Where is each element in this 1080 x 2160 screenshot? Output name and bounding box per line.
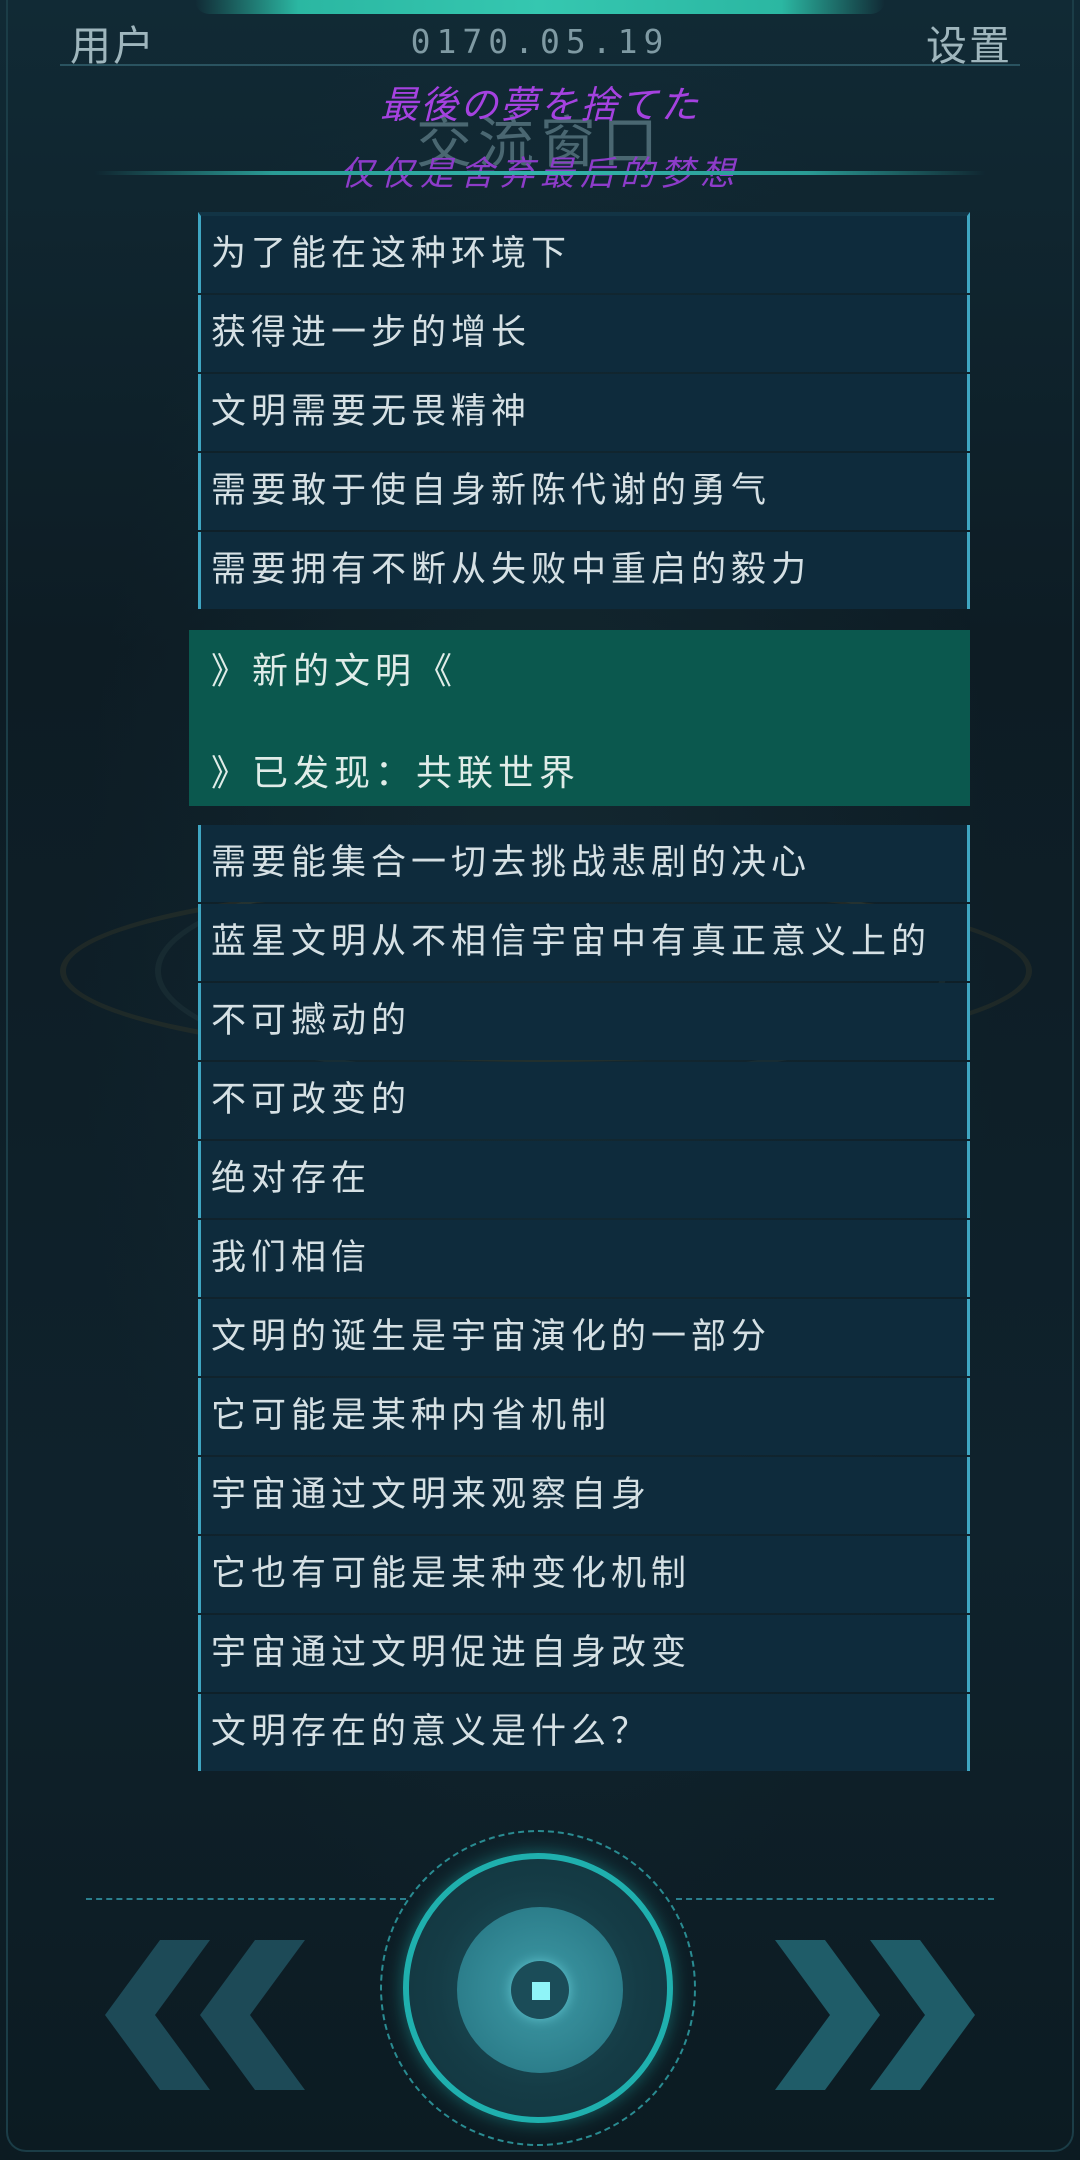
message-item: 蓝星文明从不相信宇宙中有真正意义上的 (198, 904, 970, 981)
lyric-overlay-jp: 最後の夢を捨てた (379, 83, 700, 127)
message-item: 为了能在这种环境下 (198, 212, 970, 293)
message-item: 需要能集合一切去挑战悲剧的决心 (198, 825, 970, 902)
settings-button[interactable]: 设置 (926, 12, 1012, 72)
message-item: 不可改变的 (198, 1062, 970, 1139)
message-item: 不可撼动的 (198, 983, 970, 1060)
message-item: 宇宙通过文明促进自身改变 (198, 1615, 970, 1692)
message-item: 宇宙通过文明来观察自身 (198, 1457, 970, 1534)
title-divider (95, 171, 985, 175)
message-item: 文明存在的意义是什么？ (198, 1694, 970, 1771)
event-detail: 》已发现：共联世界 (211, 753, 581, 794)
message-list-bottom[interactable]: 需要能集合一切去挑战悲剧的决心 蓝星文明从不相信宇宙中有真正意义上的 不可撼动的… (198, 825, 970, 1773)
message-item: 它也有可能是某种变化机制 (198, 1536, 970, 1613)
header-divider (60, 64, 1020, 66)
game-date: 0170.05.19 (410, 22, 670, 61)
double-chevron-right-icon[interactable] (760, 1935, 980, 2095)
control-dash-line-right (676, 1898, 994, 1900)
message-item: 需要敢于使自身新陈代谢的勇气 (198, 453, 970, 530)
message-item: 我们相信 (198, 1220, 970, 1297)
message-item: 需要拥有不断从失败中重启的毅力 (198, 532, 970, 609)
top-glow-bar (195, 0, 885, 14)
event-title: 》新的文明《 (211, 651, 458, 692)
message-list-top[interactable]: 为了能在这种环境下 获得进一步的增长 文明需要无畏精神 需要敢于使自身新陈代谢的… (198, 212, 970, 611)
game-screen: 用户 0170.05.19 设置 交流窗口 最後の夢を捨てた 仅仅是舍弃最后的梦… (0, 0, 1080, 2160)
core-square-icon (532, 1982, 550, 2000)
control-dash-line-left (86, 1898, 406, 1900)
double-chevron-left-icon[interactable] (100, 1935, 320, 2095)
message-item: 文明的诞生是宇宙演化的一部分 (198, 1299, 970, 1376)
message-item: 它可能是某种内省机制 (198, 1378, 970, 1455)
discovery-event-card[interactable]: 》新的文明《 》已发现：共联世界 (189, 630, 970, 806)
message-item: 绝对存在 (198, 1141, 970, 1218)
message-item: 文明需要无畏精神 (198, 374, 970, 451)
message-item: 获得进一步的增长 (198, 295, 970, 372)
